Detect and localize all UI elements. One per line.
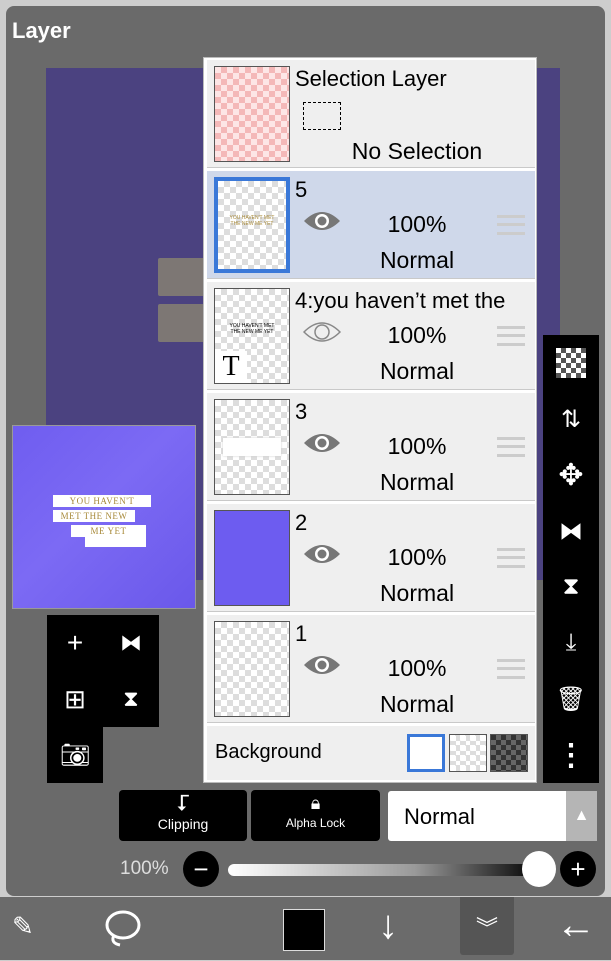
background-label: Background (215, 741, 322, 763)
collapse-icon[interactable]: ︾ (460, 897, 514, 955)
lasso-icon[interactable] (102, 909, 142, 949)
flip-horizontal-icon[interactable]: ⧓ (103, 615, 159, 671)
canvas-preview: YOU HAVEN'T MET THE NEW ME YET (12, 425, 196, 609)
opacity-decrease-button[interactable]: − (183, 851, 219, 887)
merge-down-icon[interactable]: ⤓ (543, 615, 599, 671)
alpha-lock-button[interactable]: 🔒︎ Alpha Lock (251, 790, 380, 841)
flip-horizontal-icon[interactable]: ⧓ (543, 503, 599, 559)
chevron-up-icon: ▲ (566, 791, 597, 841)
selection-thumbnail (214, 66, 290, 162)
blend-mode-dropdown[interactable]: Normal ▲ (388, 791, 597, 841)
drag-handle-icon[interactable] (497, 326, 525, 346)
eye-icon[interactable] (303, 209, 341, 233)
layer-name: 5 (295, 177, 308, 202)
layer-name: 4:you haven’t met the (295, 288, 506, 313)
layer-name: 3 (295, 399, 308, 424)
opacity-increase-button[interactable]: + (560, 851, 596, 887)
layer-opacity: 100% (387, 655, 447, 681)
add-layer-icon[interactable]: + (47, 615, 103, 671)
primary-color-swatch[interactable] (283, 909, 325, 951)
opacity-slider[interactable] (228, 864, 540, 876)
eye-icon[interactable] (303, 653, 341, 677)
layer-blend-mode: Normal (379, 691, 455, 717)
layer-thumbnail (214, 399, 290, 495)
alpha-lock-label: Alpha Lock (285, 816, 346, 830)
selection-status: No Selection (351, 138, 483, 164)
layer-thumbnail (214, 510, 290, 606)
layer-blend-mode: Normal (379, 469, 455, 495)
bottom-toolbar: ✎ ↓ ︾ ← (0, 897, 611, 960)
layer-tools-right: ⇅ ✥ ⧓ ⧗ ⤓ 🗑︎ ⋮ (543, 335, 599, 783)
selection-icon (303, 102, 341, 130)
layer-opacity: 100% (387, 211, 447, 237)
alpha-lock-icon: 🔒︎ (310, 793, 321, 813)
drag-handle-icon[interactable] (497, 548, 525, 568)
drag-handle-icon[interactable] (497, 659, 525, 679)
layer-opacity: 100% (387, 433, 447, 459)
drag-handle-icon[interactable] (497, 215, 525, 235)
eye-hidden-icon[interactable] (303, 320, 341, 344)
camera-icon[interactable]: 📷︎ (47, 727, 103, 783)
background-transparent-option[interactable] (449, 734, 487, 772)
background-dark-option[interactable] (490, 734, 528, 772)
eye-icon[interactable] (303, 542, 341, 566)
preview-text: ME YET (71, 525, 146, 537)
eye-icon[interactable] (303, 431, 341, 455)
blend-mode-value: Normal (404, 804, 475, 829)
opacity-label: 100% (120, 858, 169, 879)
flip-vertical-icon[interactable]: ⧗ (103, 671, 159, 727)
brush-eraser-swap-icon[interactable]: ✎ (12, 911, 34, 942)
clipping-label: Clipping (157, 816, 209, 832)
layer-name: Selection Layer (295, 66, 447, 91)
swap-layer-icon[interactable]: ⇅ (543, 391, 599, 447)
move-icon[interactable]: ✥ (543, 447, 599, 503)
flip-vertical-icon[interactable]: ⧗ (543, 559, 599, 615)
preview-text: MET THE NEW (53, 510, 135, 522)
layer-row[interactable]: 2 100% Normal (207, 504, 535, 612)
layer-name: 1 (295, 621, 308, 646)
layer-blend-mode: Normal (379, 580, 455, 606)
selection-layer-row[interactable]: Selection Layer No Selection (207, 60, 535, 168)
layer-list: Selection Layer No Selection YOU HAVEN'T… (203, 57, 537, 783)
layer-blend-mode: Normal (379, 358, 455, 384)
layer-row[interactable]: 1 100% Normal (207, 615, 535, 723)
layer-row[interactable]: YOU HAVEN'T MET THE NEW ME YET 5 100% No… (207, 171, 535, 279)
layer-row[interactable]: 3 100% Normal (207, 393, 535, 501)
clipping-button[interactable]: ⮦ Clipping (119, 790, 247, 841)
arrow-down-icon[interactable]: ↓ (378, 903, 398, 948)
window-title: Layer (12, 18, 71, 43)
layer-thumbnail: YOU HAVEN'T MET THE NEW ME YET T (214, 288, 290, 384)
clipping-icon: ⮦ (176, 790, 190, 815)
layer-thumbnail (214, 621, 290, 717)
opacity-slider-thumb[interactable] (522, 851, 556, 887)
layer-opacity: 100% (387, 322, 447, 348)
more-vertical-icon[interactable]: ⋮ (543, 727, 599, 783)
background-row: Background (207, 726, 535, 780)
preview-text: YOU HAVEN'T (53, 495, 151, 507)
background-white-option[interactable] (407, 734, 445, 772)
layer-name: 2 (295, 510, 308, 535)
layer-tools-left-bottom: 📷︎ (47, 727, 103, 783)
trash-icon[interactable]: 🗑︎ (543, 671, 599, 727)
back-arrow-icon[interactable]: ← (556, 903, 596, 948)
layer-row[interactable]: YOU HAVEN'T MET THE NEW ME YET T 4:you h… (207, 282, 535, 390)
text-layer-icon: T (215, 351, 247, 383)
layer-tools-left: + ⧓ ⊞ ⧗ (47, 615, 159, 727)
drag-handle-icon[interactable] (497, 437, 525, 457)
duplicate-layer-icon[interactable]: ⊞ (47, 671, 103, 727)
transparent-checker-icon[interactable] (543, 335, 599, 391)
layer-blend-mode: Normal (379, 247, 455, 273)
layer-opacity: 100% (387, 544, 447, 570)
layer-thumbnail: YOU HAVEN'T MET THE NEW ME YET (214, 177, 290, 273)
